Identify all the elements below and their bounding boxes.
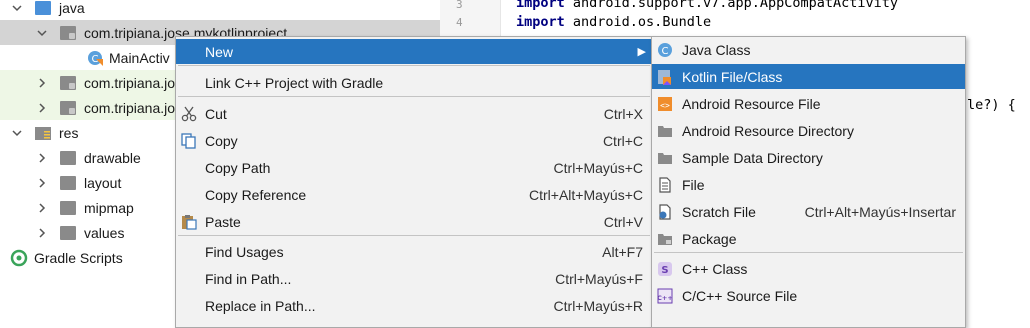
- menu-item-copy-reference[interactable]: Copy Reference Ctrl+Alt+Mayús+C: [176, 182, 652, 207]
- line-number: 4: [456, 16, 463, 29]
- package-icon: [60, 76, 76, 90]
- folder-icon: [35, 1, 51, 15]
- chevron-right-icon[interactable]: [35, 201, 49, 215]
- menu-item-copy-path[interactable]: Copy Path Ctrl+Mayús+C: [176, 155, 652, 180]
- paste-icon: [181, 214, 197, 230]
- svg-text:C++: C++: [657, 294, 673, 302]
- tree-item-label: res: [59, 124, 79, 141]
- chevron-right-icon[interactable]: [35, 176, 49, 190]
- cpp-class-icon: S: [657, 261, 673, 277]
- tree-item-label: values: [84, 224, 125, 241]
- file-icon: [657, 176, 673, 193]
- package-icon: [657, 231, 673, 247]
- chevron-right-icon[interactable]: [35, 151, 49, 165]
- menu-item-copy[interactable]: Copy Ctrl+C: [176, 128, 652, 153]
- menu-item-cpp-class[interactable]: S C++ Class: [652, 256, 965, 281]
- scratch-file-icon: [657, 203, 673, 220]
- svg-text:<>: <>: [660, 101, 670, 110]
- menu-item-link-cpp-project[interactable]: Link C++ Project with Gradle: [176, 70, 652, 95]
- cpp-source-icon: C++: [657, 288, 673, 304]
- folder-icon: [60, 151, 76, 165]
- scissors-icon: [181, 106, 197, 122]
- folder-icon: [60, 226, 76, 240]
- resource-folder-icon: [35, 126, 51, 140]
- menu-item-android-resource-file[interactable]: <> Android Resource File: [652, 91, 965, 116]
- svg-text:C: C: [662, 46, 669, 57]
- chevron-right-icon[interactable]: [35, 226, 49, 240]
- kotlin-icon: [657, 69, 673, 85]
- folder-icon: [657, 123, 673, 139]
- menu-item-kotlin-file-class[interactable]: Kotlin File/Class: [652, 64, 965, 89]
- chevron-down-icon[interactable]: [10, 126, 24, 140]
- line-number: 3: [456, 0, 463, 11]
- menu-item-paste[interactable]: Paste Ctrl+V: [176, 209, 652, 234]
- menu-item-sample-data-directory[interactable]: Sample Data Directory: [652, 145, 965, 170]
- copy-icon: [181, 132, 197, 149]
- tree-item-label: Gradle Scripts: [34, 249, 123, 266]
- menu-item-replace-in-path[interactable]: Replace in Path... Ctrl+Mayús+R: [176, 293, 652, 318]
- kotlin-class-icon: C: [87, 50, 103, 66]
- menu-item-java-class[interactable]: C Java Class: [652, 37, 965, 62]
- tree-item-label: layout: [84, 174, 122, 191]
- code-line: import android.os.Bundle: [516, 14, 712, 30]
- menu-item-find-usages[interactable]: Find Usages Alt+F7: [176, 239, 652, 264]
- package-icon: [60, 26, 76, 40]
- chevron-down-icon[interactable]: [35, 26, 49, 40]
- folder-icon: [657, 150, 673, 166]
- menu-item-package[interactable]: Package: [652, 226, 965, 251]
- chevron-right-icon[interactable]: [35, 76, 49, 90]
- tree-item-label: drawable: [84, 149, 141, 166]
- menu-separator: [178, 235, 650, 236]
- android-resource-file-icon: <>: [657, 96, 673, 112]
- menu-item-find-in-path[interactable]: Find in Path... Ctrl+Mayús+F: [176, 266, 652, 291]
- package-icon: [60, 101, 76, 115]
- tree-item-label: MainActiv: [109, 49, 170, 66]
- code-line: import android.support.v7.app.AppCompatA…: [516, 0, 899, 11]
- menu-item-file[interactable]: File: [652, 172, 965, 197]
- menu-separator: [178, 96, 650, 97]
- chevron-right-icon[interactable]: [35, 101, 49, 115]
- menu-item-new[interactable]: New ▶: [176, 39, 652, 64]
- new-submenu: C Java Class Kotlin File/Class <> Androi…: [651, 36, 966, 328]
- menu-item-android-resource-directory[interactable]: Android Resource Directory: [652, 118, 965, 143]
- java-class-icon: C: [657, 42, 673, 58]
- chevron-down-icon[interactable]: [10, 1, 24, 15]
- chevron-right-icon: ▶: [637, 46, 646, 58]
- svg-text:S: S: [661, 265, 668, 276]
- folder-icon: [60, 201, 76, 215]
- code-fragment: le?) {: [967, 97, 1016, 113]
- menu-item-cpp-source-file[interactable]: C++ C/C++ Source File: [652, 283, 965, 308]
- tree-item-label: com.tripiana.jo: [84, 74, 176, 91]
- gradle-icon: [10, 249, 28, 267]
- menu-separator: [178, 65, 650, 66]
- menu-item-scratch-file[interactable]: Scratch File Ctrl+Alt+Mayús+Insertar: [652, 199, 965, 224]
- tree-item-java[interactable]: java: [0, 0, 440, 20]
- context-menu: New ▶ Link C++ Project with Gradle Cut C…: [175, 36, 653, 328]
- tree-item-label: java: [59, 0, 85, 16]
- menu-separator: [654, 252, 963, 253]
- folder-icon: [60, 176, 76, 190]
- menu-item-cut[interactable]: Cut Ctrl+X: [176, 101, 652, 126]
- tree-item-label: mipmap: [84, 199, 134, 216]
- tree-item-label: com.tripiana.jo: [84, 99, 176, 116]
